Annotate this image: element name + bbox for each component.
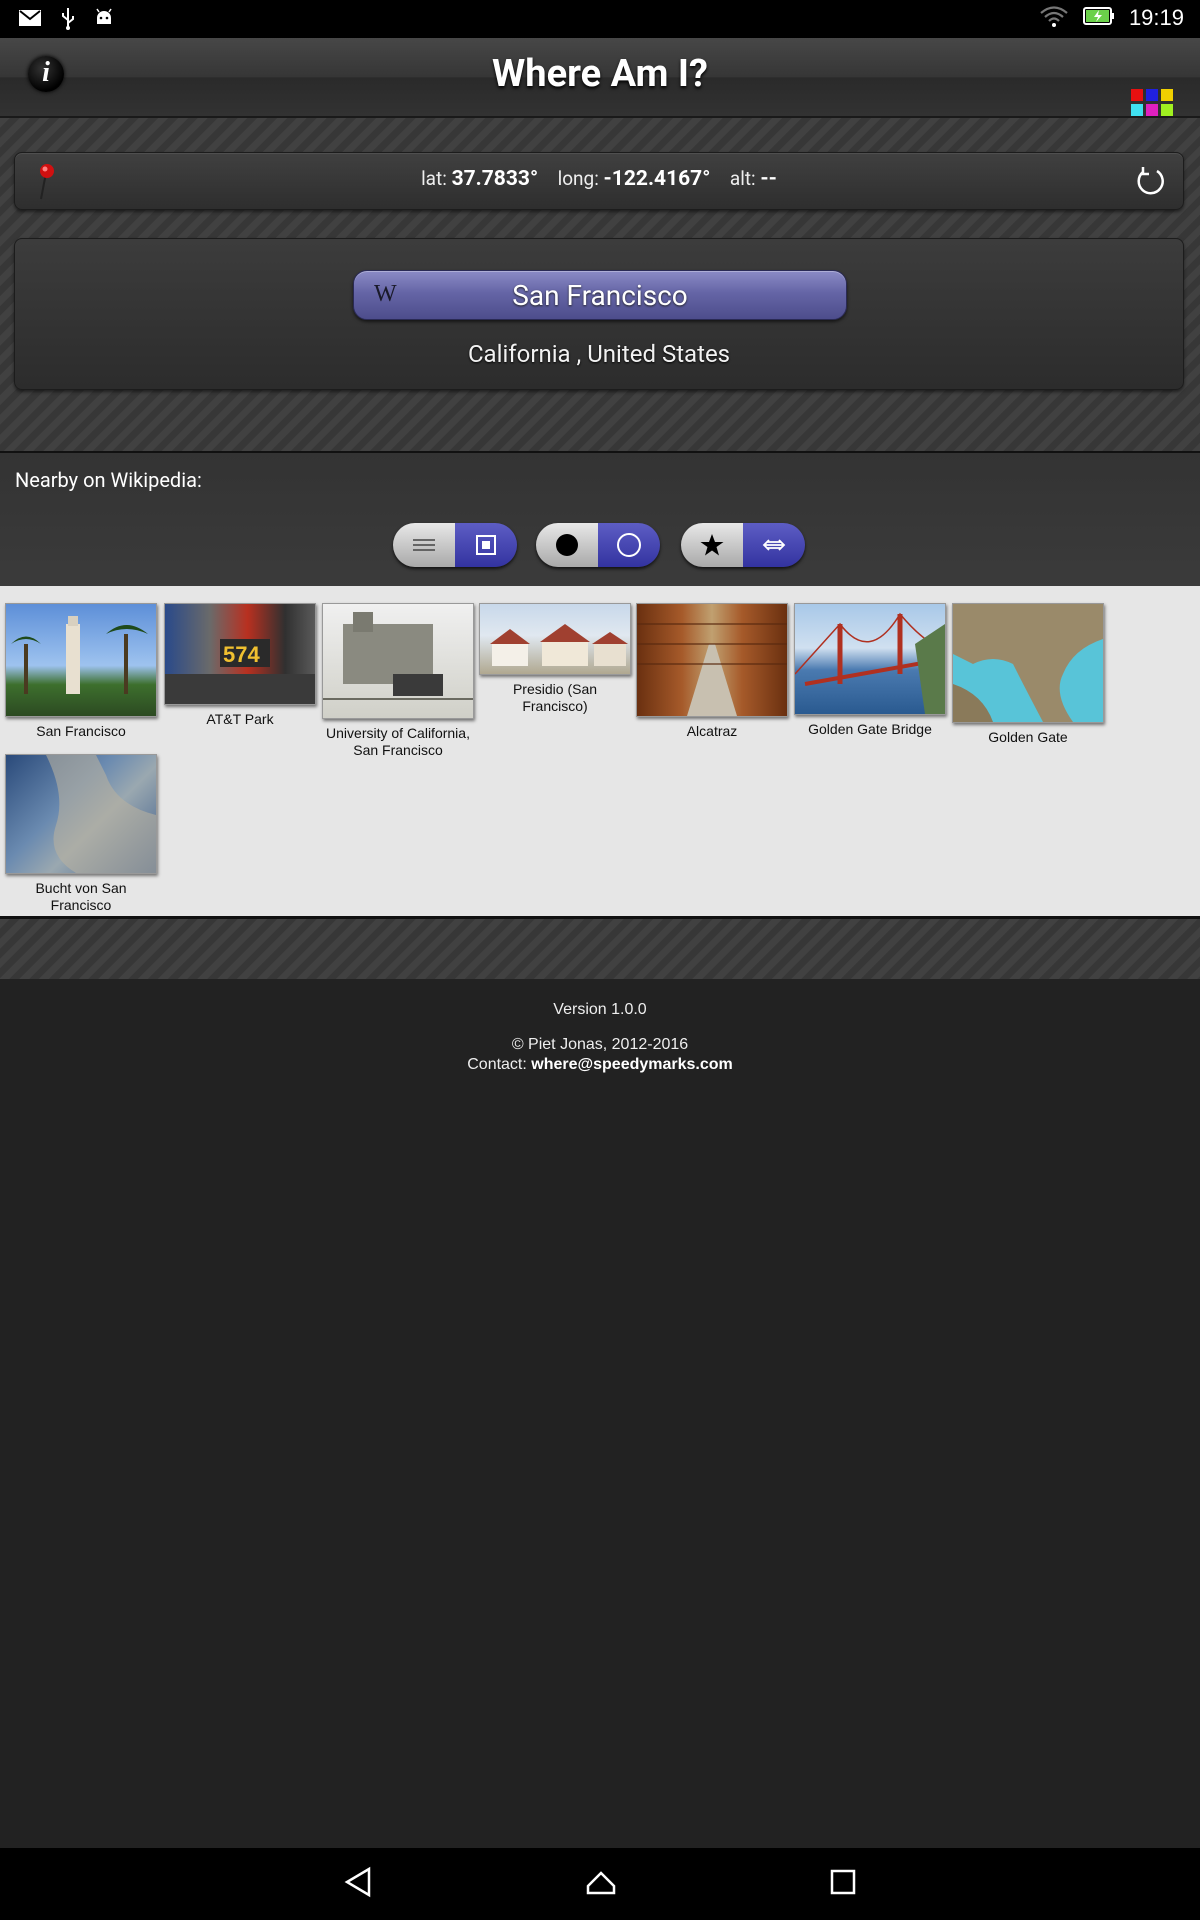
hollow-circle-option[interactable]: [598, 523, 660, 567]
battery-charging-icon: [1082, 4, 1115, 32]
contact-line: Contact: where@speedymarks.com: [0, 1056, 1200, 1074]
coordinates-readout: lat: 37.7833° long: -122.4167° alt: --: [15, 167, 1183, 191]
nearby-item[interactable]: Golden Gate Bridge: [794, 603, 946, 738]
thumbnail-caption: Presidio (San Francisco): [512, 681, 598, 714]
thumbnail-image: [322, 603, 474, 719]
thumbnail-caption: Alcatraz: [686, 723, 738, 739]
marker-toggle[interactable]: [536, 523, 660, 567]
thumbnail-image: [5, 754, 157, 874]
nearby-item[interactable]: Alcatraz: [636, 603, 788, 740]
lat-label: lat:: [421, 167, 447, 190]
nearby-item[interactable]: San Francisco: [5, 603, 157, 740]
star-icon: [700, 534, 724, 556]
filled-circle-option[interactable]: [536, 523, 598, 567]
left-right-arrow-icon: [762, 539, 786, 551]
thumbnail-caption: AT&T Park: [206, 711, 274, 727]
copyright-text: © Piet Jonas, 2012-2016: [511, 1036, 689, 1053]
filled-circle-icon: [556, 534, 578, 556]
version-text: Version 1.0.0: [553, 1001, 647, 1018]
app-header: i Where Am I?: [0, 38, 1200, 131]
nearby-item[interactable]: 574 AT&T Park: [164, 603, 316, 728]
alt-value: --: [760, 167, 777, 191]
wifi-icon: [1039, 4, 1069, 32]
android-debug-icon: [94, 6, 114, 34]
nearby-thumbnails: San Francisco 574 AT&T Park University o…: [0, 586, 1200, 919]
nearby-label: Nearby on Wikipedia:: [15, 468, 202, 492]
nearby-item[interactable]: Golden Gate: [952, 603, 1104, 746]
sort-toggle[interactable]: [681, 523, 805, 567]
city-name: San Francisco: [512, 279, 688, 312]
thumbnail-image: [952, 603, 1104, 723]
home-icon[interactable]: [585, 1866, 617, 1902]
long-label: long:: [557, 167, 599, 190]
refresh-icon[interactable]: [1133, 165, 1167, 199]
city-wikipedia-button[interactable]: W San Francisco: [353, 270, 847, 320]
list-icon: [413, 539, 435, 551]
nearby-item[interactable]: University of California, San Francisco: [322, 603, 474, 759]
back-icon[interactable]: [343, 1866, 373, 1902]
thumbnail-caption: Golden Gate Bridge: [808, 721, 932, 737]
coordinates-panel: lat: 37.7833° long: -122.4167° alt: --: [14, 152, 1184, 210]
long-value: -122.4167°: [603, 167, 711, 191]
thumbnail-image: [5, 603, 157, 717]
nearby-item[interactable]: Bucht von San Francisco: [5, 754, 157, 914]
status-bar: 19:19: [0, 0, 1200, 38]
gmail-icon: [18, 8, 42, 32]
grid-view-option[interactable]: [455, 523, 517, 567]
region-text: California , United States: [467, 340, 731, 368]
view-toggle[interactable]: [393, 523, 517, 567]
thumbnail-caption: University of California, San Francisco: [326, 725, 470, 758]
list-view-option[interactable]: [393, 523, 455, 567]
svg-text:574: 574: [223, 642, 260, 667]
hollow-circle-icon: [617, 533, 641, 557]
clock: 19:19: [1128, 5, 1184, 30]
distance-option[interactable]: [743, 523, 805, 567]
app-title: Where Am I?: [492, 52, 708, 96]
nearby-item[interactable]: Presidio (San Francisco): [479, 603, 631, 715]
recents-icon[interactable]: [829, 1866, 857, 1902]
thumbnail-image: [794, 603, 946, 715]
thumbnail-caption: San Francisco: [36, 723, 126, 739]
usb-icon: [60, 6, 76, 34]
thumbnail-image: [636, 603, 788, 717]
thumbnail-caption: Golden Gate: [988, 729, 1068, 745]
bottom-band: [0, 919, 1200, 979]
lat-value: 37.7833°: [451, 167, 539, 191]
star-option[interactable]: [681, 523, 743, 567]
thumbnail-caption: Bucht von San Francisco: [35, 880, 127, 913]
navigation-bar: [0, 1848, 1200, 1920]
thumbnail-image: [479, 603, 631, 675]
thumbnail-view-icon: [476, 535, 496, 555]
contact-label: Contact:: [467, 1056, 527, 1073]
location-panel: W San Francisco California , United Stat…: [14, 238, 1184, 390]
contact-email-link[interactable]: where@speedymarks.com: [531, 1056, 732, 1073]
nearby-section: Nearby on Wikipedia:: [0, 451, 1200, 588]
alt-label: alt:: [729, 167, 756, 190]
thumbnail-image: 574: [164, 603, 316, 705]
